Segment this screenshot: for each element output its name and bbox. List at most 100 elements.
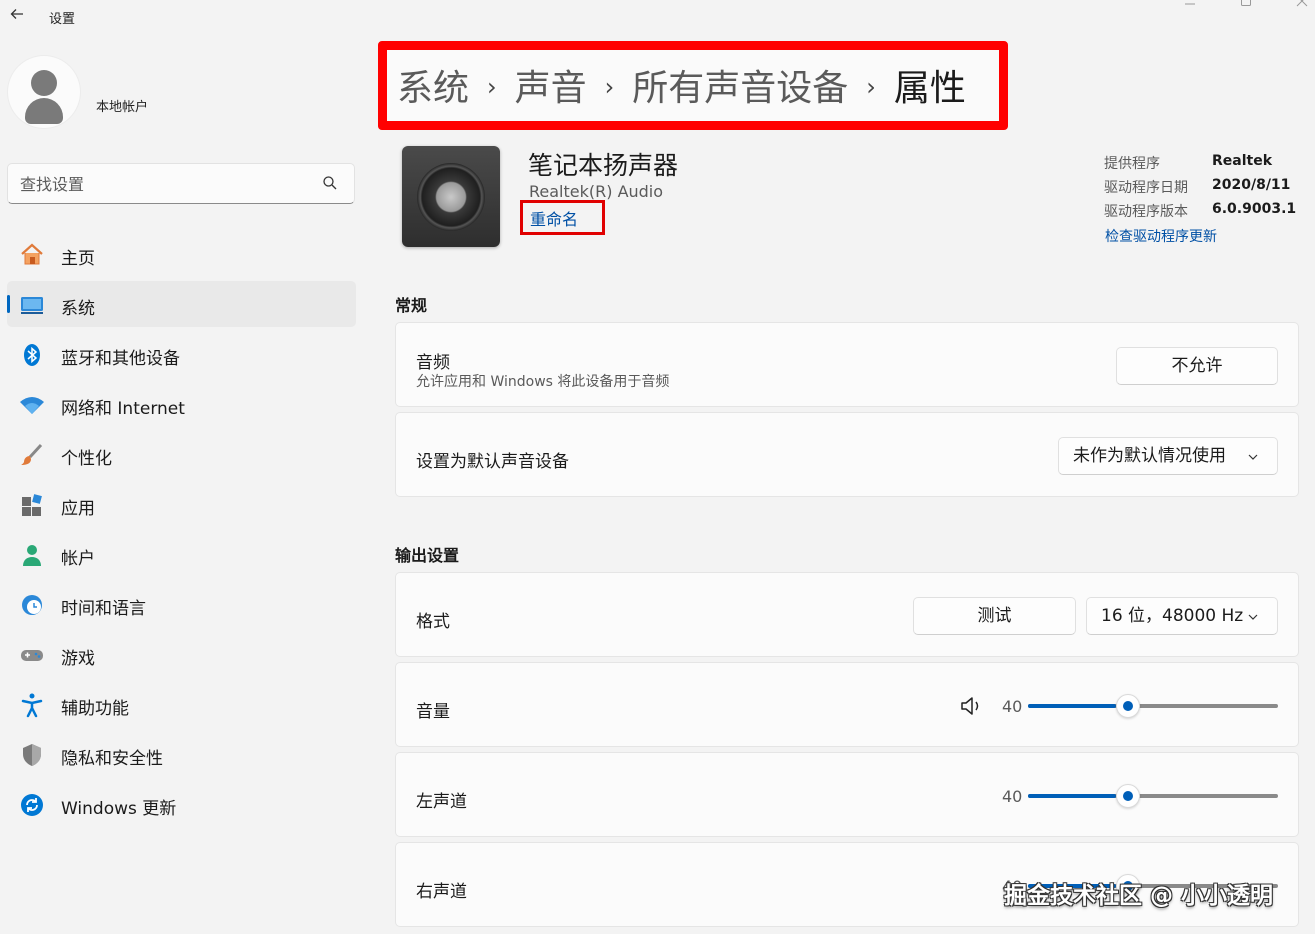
- update-icon: [21, 794, 43, 816]
- format-card: 格式 测试 16 位，48000 Hz: [395, 572, 1299, 657]
- format-title: 格式: [416, 612, 450, 632]
- sidebar-item-label: 辅助功能: [61, 699, 129, 719]
- format-selected: 16 位，48000 Hz: [1101, 606, 1244, 626]
- sidebar-item-privacy[interactable]: 隐私和安全性: [7, 731, 356, 777]
- format-dropdown[interactable]: 16 位，48000 Hz: [1086, 597, 1278, 635]
- driver-version-label: 驱动程序版本: [1104, 204, 1188, 220]
- slider-fill: [1028, 794, 1116, 798]
- default-device-card: 设置为默认声音设备 未作为默认情况使用: [395, 412, 1299, 497]
- driver-version-value: 6.0.9003.1: [1212, 201, 1297, 217]
- sidebar-item-label: 应用: [61, 499, 95, 519]
- sidebar-item-home[interactable]: 主页: [7, 231, 356, 277]
- sidebar-item-accounts[interactable]: 帐户: [7, 531, 356, 577]
- minimize-icon[interactable]: [1180, 0, 1200, 14]
- device-name: 笔记本扬声器: [528, 151, 679, 180]
- app-title: 设置: [49, 12, 76, 27]
- driver-date-label: 驱动程序日期: [1104, 180, 1188, 196]
- audio-title: 音频: [416, 353, 450, 373]
- speaker-volume-icon[interactable]: [960, 695, 984, 717]
- wifi-icon: [20, 397, 44, 414]
- slider-thumb[interactable]: [1116, 784, 1140, 808]
- check-driver-update-link[interactable]: 检查驱动程序更新: [1105, 226, 1217, 246]
- breadcrumb: 系统 › 声音 › 所有声音设备 › 属性: [397, 59, 966, 111]
- sidebar-item-bluetooth[interactable]: 蓝牙和其他设备: [7, 331, 356, 377]
- sidebar-item-label: 游戏: [61, 649, 95, 669]
- volume-slider[interactable]: [1028, 694, 1278, 718]
- sidebar-item-windows-update[interactable]: Windows 更新: [7, 781, 356, 827]
- section-title-output: 输出设置: [395, 546, 460, 565]
- audio-card: 音频 允许应用和 Windows 将此设备用于音频 不允许: [395, 322, 1299, 407]
- breadcrumb-item-system[interactable]: 系统: [397, 59, 469, 111]
- sidebar-item-network[interactable]: 网络和 Internet: [7, 381, 356, 427]
- section-title-general: 常规: [395, 296, 428, 315]
- sidebar-item-label: 个性化: [61, 449, 112, 469]
- brush-icon: [21, 443, 43, 465]
- search-input[interactable]: [20, 172, 310, 196]
- avatar-head: [31, 70, 57, 96]
- sidebar-item-time-language[interactable]: 时间和语言: [7, 581, 356, 627]
- speaker-cone: [417, 163, 485, 231]
- shield-icon: [23, 744, 41, 766]
- volume-value: 40: [1002, 697, 1023, 716]
- disallow-button[interactable]: 不允许: [1116, 347, 1278, 385]
- accessibility-icon: [21, 693, 43, 718]
- clock-globe-icon: [22, 595, 42, 615]
- home-icon: [21, 243, 43, 265]
- sidebar-item-gaming[interactable]: 游戏: [7, 631, 356, 677]
- sidebar-item-label: 系统: [61, 299, 95, 319]
- default-device-dropdown[interactable]: 未作为默认情况使用: [1058, 437, 1278, 475]
- sidebar-item-label: 主页: [61, 249, 95, 269]
- sidebar-item-label: 网络和 Internet: [61, 399, 185, 419]
- breadcrumb-separator: ›: [487, 73, 497, 101]
- rename-link[interactable]: 重命名: [530, 206, 578, 230]
- breadcrumb-item-sound[interactable]: 声音: [515, 59, 587, 111]
- speaker-icon: [402, 146, 500, 247]
- user-account-type: 本地帐户: [96, 100, 149, 115]
- driver-provider-label: 提供程序: [1104, 156, 1160, 172]
- default-device-title: 设置为默认声音设备: [416, 452, 569, 472]
- avatar[interactable]: [8, 56, 80, 128]
- sidebar-item-label: 蓝牙和其他设备: [61, 349, 180, 369]
- default-device-selected: 未作为默认情况使用: [1073, 446, 1226, 466]
- watermark: 掘金技术社区 @ 小小透明: [1004, 883, 1274, 909]
- maximize-icon[interactable]: [1236, 0, 1256, 14]
- title-bar: 设置: [0, 0, 1315, 34]
- left-channel-value: 40: [1002, 787, 1023, 806]
- back-arrow-icon[interactable]: [6, 6, 28, 28]
- breadcrumb-separator: ›: [604, 73, 615, 101]
- breadcrumb-separator: ›: [866, 73, 876, 101]
- sidebar-item-label: 时间和语言: [61, 599, 146, 619]
- slider-thumb[interactable]: [1116, 694, 1140, 718]
- account-icon: [23, 545, 41, 566]
- search-icon[interactable]: [322, 175, 338, 191]
- avatar-body: [25, 98, 63, 124]
- sidebar-item-accessibility[interactable]: 辅助功能: [7, 681, 356, 727]
- sidebar-item-label: 帐户: [61, 549, 95, 569]
- driver-date-value: 2020/8/11: [1212, 177, 1291, 193]
- breadcrumb-item-all-devices[interactable]: 所有声音设备: [632, 59, 848, 111]
- left-channel-title: 左声道: [416, 792, 467, 812]
- left-channel-slider[interactable]: [1028, 784, 1278, 808]
- chevron-down-icon: [1248, 614, 1258, 620]
- chevron-down-icon: [1248, 454, 1258, 460]
- close-icon[interactable]: [1292, 0, 1312, 14]
- breadcrumb-highlight-frame: 系统 › 声音 › 所有声音设备 › 属性: [378, 41, 1008, 130]
- sidebar-item-system[interactable]: 系统: [7, 281, 356, 327]
- volume-title: 音量: [416, 702, 450, 722]
- sidebar-nav: 主页 系统 蓝牙和其他设备 网络和 Internet 个性化 应用 帐户 时间和…: [7, 231, 356, 831]
- driver-provider-value: Realtek: [1212, 153, 1273, 169]
- user-name: [96, 74, 130, 88]
- sidebar-item-personalization[interactable]: 个性化: [7, 431, 356, 477]
- left-channel-card: 左声道 40: [395, 752, 1299, 837]
- test-button[interactable]: 测试: [913, 597, 1076, 635]
- volume-card: 音量 40: [395, 662, 1299, 747]
- bluetooth-icon: [24, 344, 40, 366]
- device-subtitle: Realtek(R) Audio: [529, 182, 664, 201]
- sidebar-item-label: Windows 更新: [61, 799, 177, 819]
- sidebar-item-apps[interactable]: 应用: [7, 481, 356, 527]
- apps-icon: [22, 494, 42, 516]
- system-icon: [21, 297, 43, 314]
- search-box[interactable]: [7, 163, 355, 204]
- right-channel-title: 右声道: [416, 882, 467, 902]
- sidebar-item-label: 隐私和安全性: [61, 749, 163, 769]
